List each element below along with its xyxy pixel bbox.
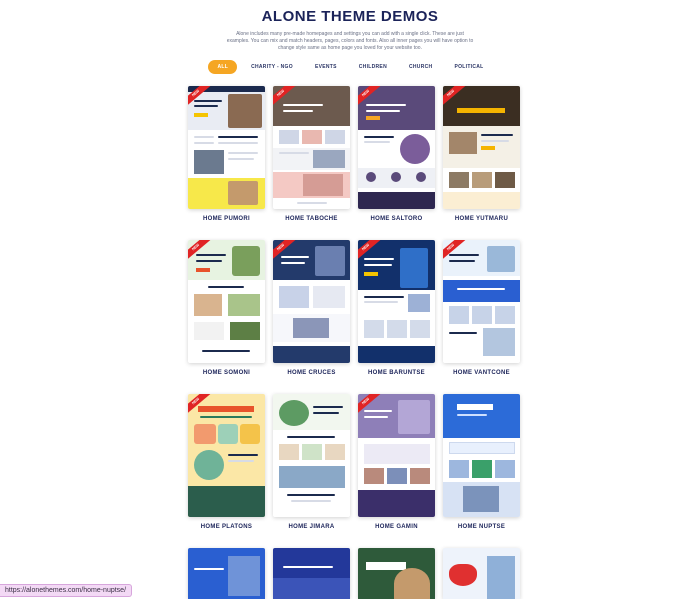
demo-grid: NEW HOME PUMORI NEW HOME TABOCHE NEW HOM… [188, 86, 522, 548]
demo-thumbnail[interactable] [443, 394, 520, 517]
demo-row: NEW HOME SOMONI NEW HOME CRUCES NEW HOME… [188, 240, 522, 376]
demo-thumbnail[interactable]: NEW [188, 394, 265, 517]
filter-all[interactable]: ALL [208, 60, 238, 74]
demo-thumbnail[interactable] [443, 548, 520, 599]
demo-thumbnail[interactable]: NEW [358, 86, 435, 209]
demo-card-platons[interactable]: NEW HOME PLATONS [188, 394, 265, 530]
demo-card-gamin[interactable]: NEW HOME GAMIN [358, 394, 435, 530]
demo-thumbnail[interactable]: NEW [443, 240, 520, 363]
demo-row: NEW HOME PUMORI NEW HOME TABOCHE NEW HOM… [188, 86, 522, 222]
page-header: ALONE THEME DEMOS Alone includes many pr… [0, 0, 700, 52]
filter-charity-ngo[interactable]: CHARITY - NGO [243, 60, 301, 74]
page-description: Alone includes many pre-made homepages a… [226, 31, 474, 51]
demo-label[interactable]: HOME GAMIN [358, 524, 435, 530]
demo-card-pumori[interactable]: NEW HOME PUMORI [188, 86, 265, 222]
demo-thumbnail[interactable]: NEW [358, 394, 435, 517]
demo-label[interactable]: HOME SALTORO [358, 216, 435, 222]
demo-label[interactable]: HOME BARUNTSE [358, 370, 435, 376]
demo-label[interactable]: HOME JIMARA [273, 524, 350, 530]
filter-bar: ALL CHARITY - NGO EVENTS CHILDREN CHURCH… [0, 60, 700, 74]
demo-card-yutmaru[interactable]: NEW HOME YUTMARU [443, 86, 520, 222]
demo-thumbnail[interactable]: NEW [273, 240, 350, 363]
demo-card-saltoro[interactable]: NEW HOME SALTORO [358, 86, 435, 222]
demo-card-taboche[interactable]: NEW HOME TABOCHE [273, 86, 350, 222]
demo-thumbnail[interactable] [188, 548, 265, 599]
demo-card-vantcone[interactable]: NEW HOME VANTCONE [443, 240, 520, 376]
demo-thumbnail[interactable]: NEW [273, 86, 350, 209]
demo-label[interactable]: HOME YUTMARU [443, 216, 520, 222]
demo-card-jimara[interactable]: HOME JIMARA [273, 394, 350, 530]
demo-label[interactable]: HOME NUPTSE [443, 524, 520, 530]
demo-label[interactable]: HOME TABOCHE [273, 216, 350, 222]
status-bar-url: https://alonethemes.com/home-nuptse/ [0, 584, 133, 597]
demo-card-baruntse[interactable]: NEW HOME BARUNTSE [358, 240, 435, 376]
demo-thumbnail[interactable]: NEW [188, 240, 265, 363]
demo-thumbnail[interactable]: NEW [188, 86, 265, 209]
demo-card-somoni[interactable]: NEW HOME SOMONI [188, 240, 265, 376]
filter-children[interactable]: CHILDREN [351, 60, 395, 74]
demo-label[interactable]: HOME CRUCES [273, 370, 350, 376]
demo-row-partial [188, 548, 520, 599]
demo-label[interactable]: HOME PLATONS [188, 524, 265, 530]
filter-church[interactable]: CHURCH [401, 60, 440, 74]
page-title: ALONE THEME DEMOS [261, 8, 439, 25]
demo-row: NEW HOME PLATONS HOME JIMARA NEW HOME GA… [188, 394, 522, 530]
demo-thumbnail[interactable] [273, 548, 350, 599]
demo-card-cruces[interactable]: NEW HOME CRUCES [273, 240, 350, 376]
demo-thumbnail[interactable] [273, 394, 350, 517]
demo-label[interactable]: HOME PUMORI [188, 216, 265, 222]
demo-label[interactable]: HOME SOMONI [188, 370, 265, 376]
demo-card-nuptse[interactable]: HOME NUPTSE [443, 394, 520, 530]
demo-thumbnail[interactable]: NEW [358, 240, 435, 363]
demo-thumbnail[interactable]: NEW [443, 86, 520, 209]
filter-events[interactable]: EVENTS [307, 60, 345, 74]
demo-label[interactable]: HOME VANTCONE [443, 370, 520, 376]
demo-thumbnail[interactable] [358, 548, 435, 599]
filter-political[interactable]: POLITICAL [446, 60, 491, 74]
